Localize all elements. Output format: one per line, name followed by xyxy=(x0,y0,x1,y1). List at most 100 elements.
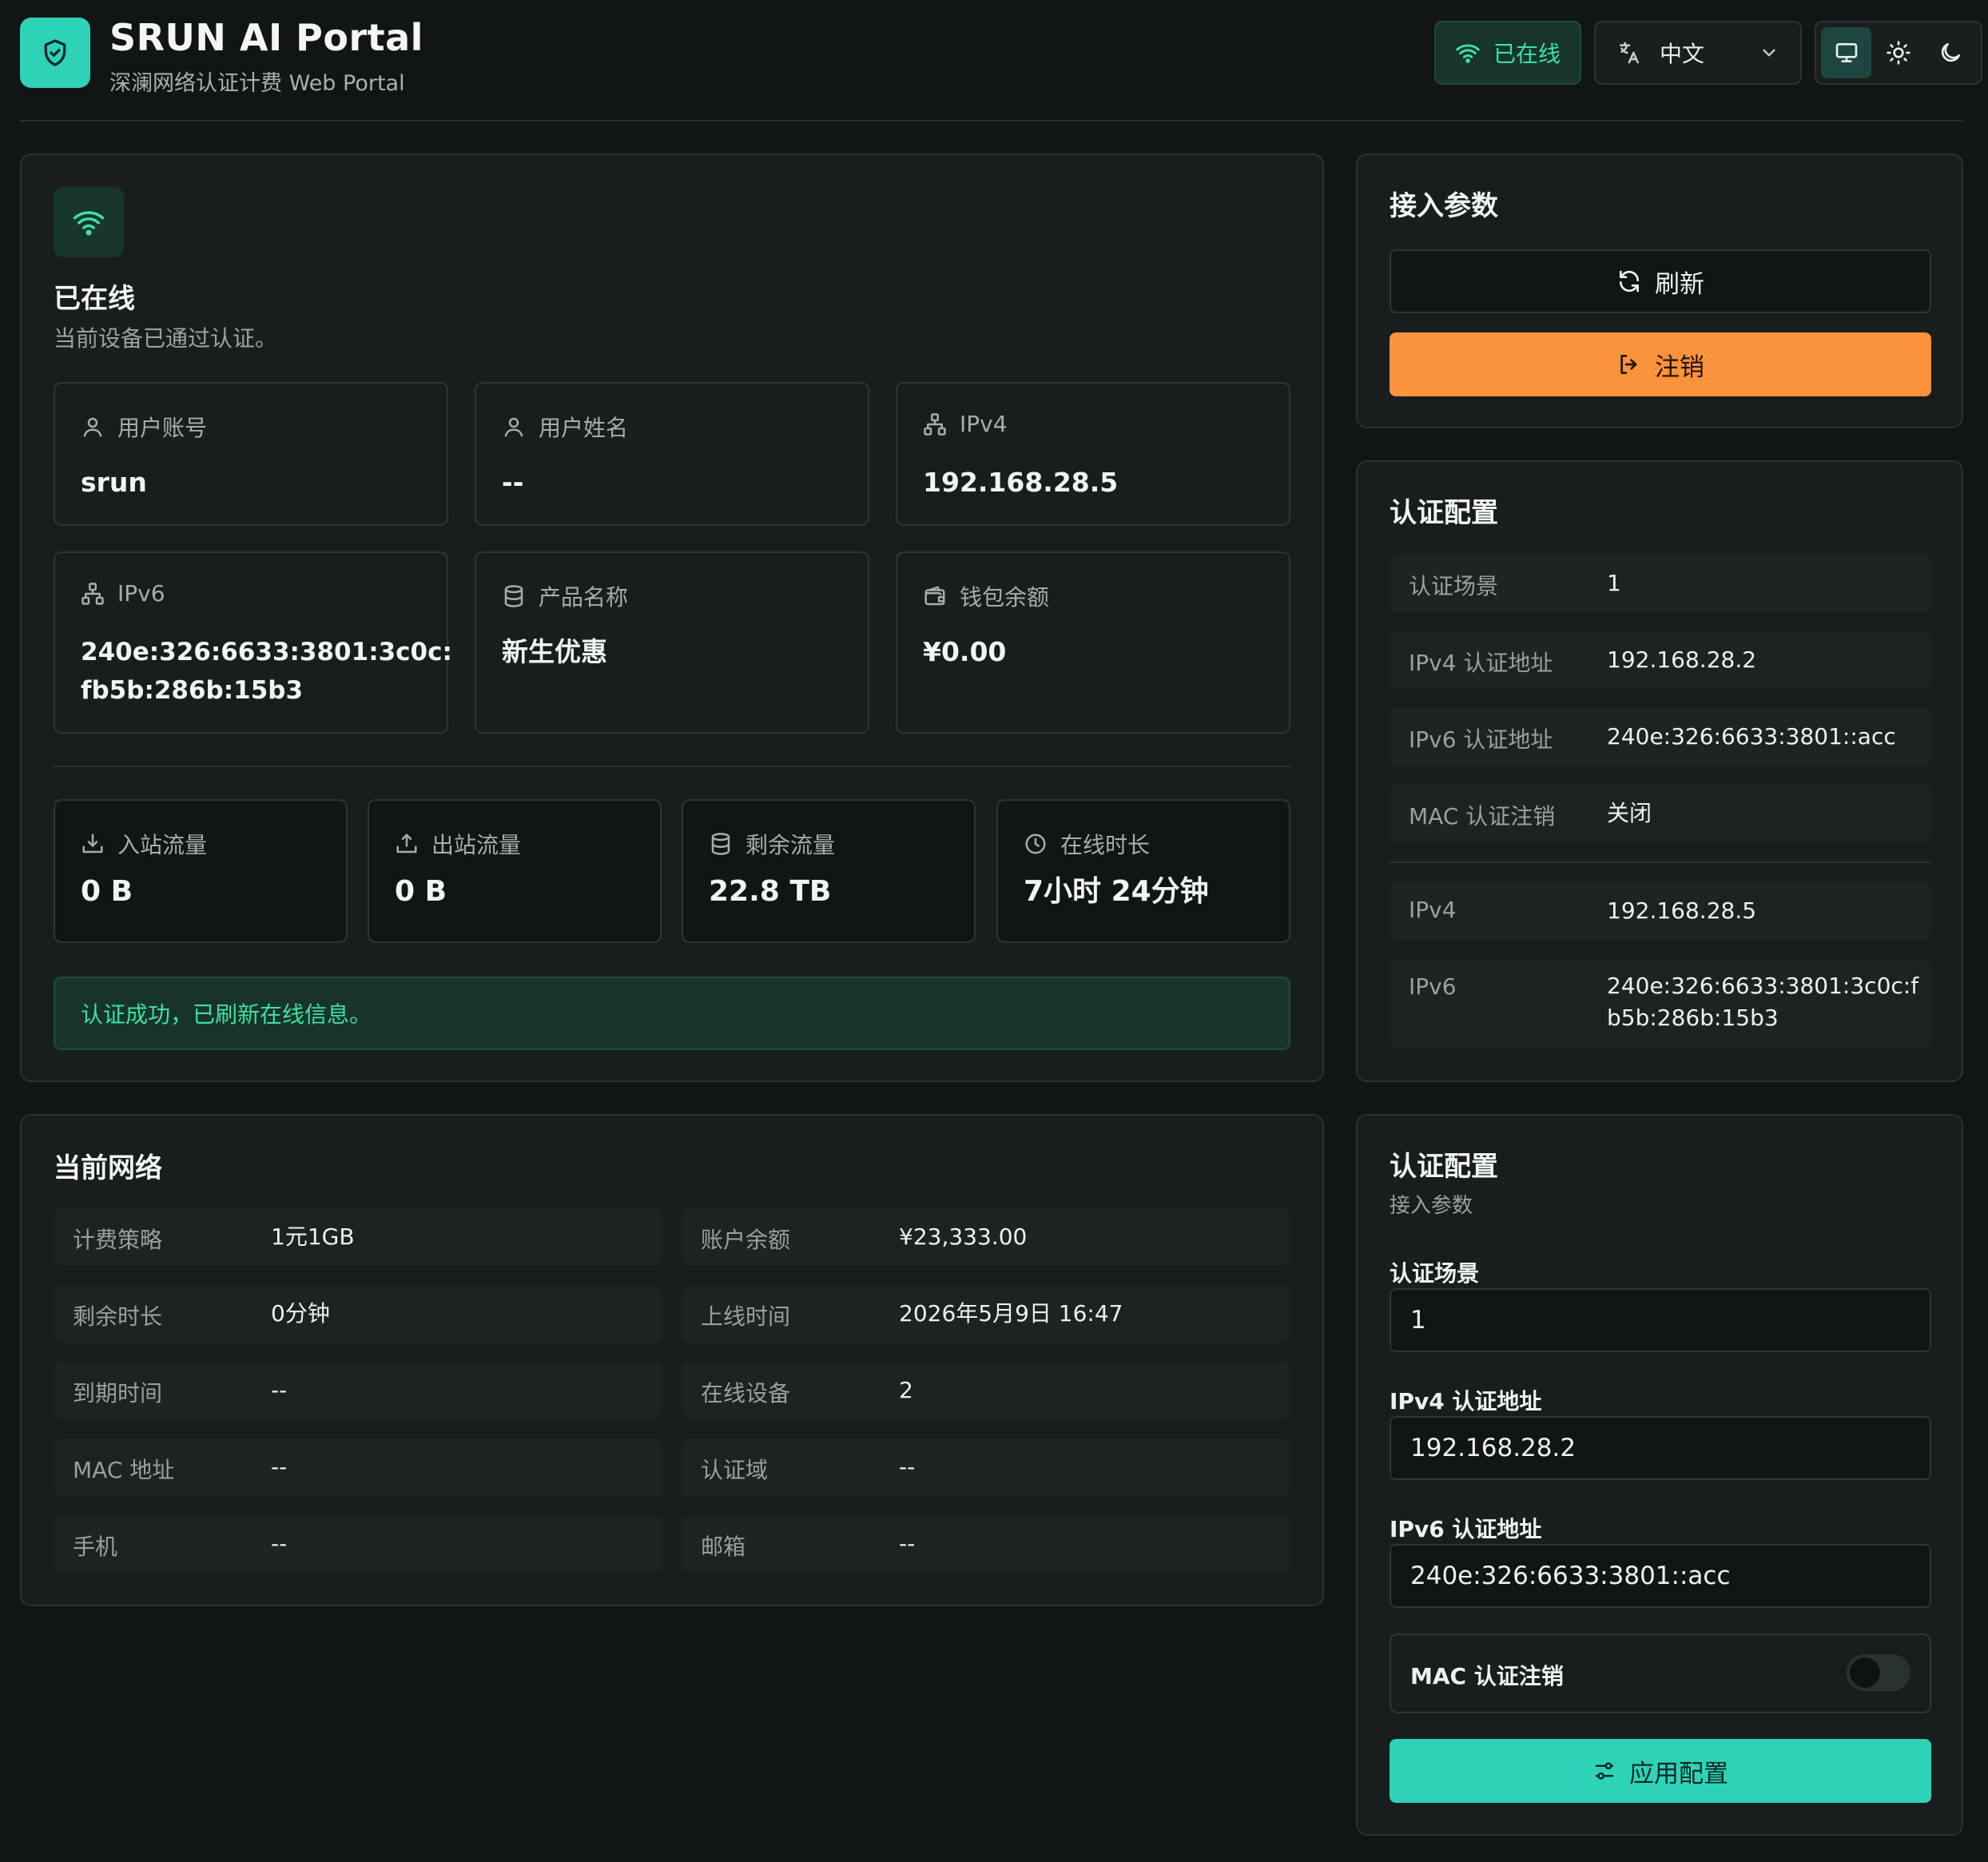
database-icon xyxy=(504,585,523,607)
tile-value: 0 B xyxy=(395,875,447,908)
stat-tile-outbound: 出站流量 0 B xyxy=(368,799,662,943)
scene-input[interactable] xyxy=(1390,1288,1931,1352)
online-status-label: 已在线 xyxy=(1493,41,1561,67)
form-title: 认证配置 xyxy=(1390,1151,1498,1183)
user-icon xyxy=(504,417,523,437)
tile-label: 产品名称 xyxy=(502,580,628,612)
auth-config-summary-card: 认证配置 认证场景 1 IPv4 认证地址 192.168.28.2 IPv6 … xyxy=(1356,460,1963,1082)
translate-icon xyxy=(1620,42,1639,64)
upload-icon xyxy=(396,834,417,853)
kv-row: 认证场景 1 xyxy=(1390,555,1931,612)
network-icon xyxy=(924,412,946,436)
info-tile-product: 产品名称 新生优惠 xyxy=(475,551,869,734)
success-message: 认证成功，已刷新在线信息。 xyxy=(54,977,1290,1050)
sun-icon xyxy=(1887,41,1910,65)
apply-config-button[interactable]: 应用配置 xyxy=(1390,1739,1931,1803)
monitor-icon xyxy=(1835,42,1857,62)
ipv6-input[interactable] xyxy=(1390,1544,1931,1608)
network-title: 当前网络 xyxy=(54,1152,162,1184)
app-subtitle: 深澜网络认证计费 Web Portal xyxy=(109,71,405,96)
tile-value: 22.8 TB xyxy=(709,875,832,908)
tile-value: 新生优惠 xyxy=(502,636,607,667)
tile-value: 7小时 24分钟 xyxy=(1024,875,1209,908)
kv-row: IPv6 认证地址 240e:326:6633:3801::acc xyxy=(1390,708,1931,766)
mac-logout-switch[interactable] xyxy=(1847,1654,1910,1691)
language-select[interactable]: 中文 xyxy=(1594,21,1802,85)
light-theme-button[interactable] xyxy=(1873,27,1923,78)
sliders-icon xyxy=(1595,1762,1614,1780)
refresh-button[interactable]: 刷新 xyxy=(1390,249,1931,313)
ipv4-label: IPv4 认证地址 xyxy=(1390,1388,1542,1414)
stat-tile-remaining: 剩余流量 22.8 TB xyxy=(682,799,976,943)
scene-label: 认证场景 xyxy=(1390,1260,1480,1287)
database-icon xyxy=(711,833,730,855)
tile-value: 0 B xyxy=(81,875,133,908)
user-icon xyxy=(83,417,102,437)
online-status-card: 已在线 当前设备已通过认证。 用户账号 srun 用户姓名 -- IPv4 19… xyxy=(20,153,1324,1082)
tile-value: -- xyxy=(502,467,524,498)
portal-page: SRUN AI Portal 深澜网络认证计费 Web Portal 已在线 中… xyxy=(0,0,1988,1862)
info-tile-wallet: 钱包余额 ¥0.00 xyxy=(896,551,1290,734)
tile-label: 剩余流量 xyxy=(709,828,835,860)
status-title: 已在线 xyxy=(54,283,135,315)
tile-label: 在线时长 xyxy=(1024,828,1150,860)
online-status-button[interactable]: 已在线 xyxy=(1434,21,1581,85)
switch-knob xyxy=(1850,1657,1880,1688)
kv-row: 到期时间 -- xyxy=(54,1362,662,1419)
moon-icon xyxy=(1942,43,1961,62)
app-title: SRUN AI Portal xyxy=(109,16,423,59)
tile-label: 钱包余额 xyxy=(923,580,1049,612)
refresh-icon xyxy=(1620,270,1639,292)
download-icon xyxy=(82,834,103,853)
ipv6-label: IPv6 认证地址 xyxy=(1390,1516,1542,1542)
info-tile-account: 用户账号 srun xyxy=(54,382,448,526)
ipv4-input[interactable] xyxy=(1390,1416,1931,1480)
tile-label: IPv6 xyxy=(81,580,165,607)
app-header: SRUN AI Portal 深澜网络认证计费 Web Portal 已在线 中… xyxy=(20,16,1982,121)
tile-label: 入站流量 xyxy=(81,828,207,860)
wifi-badge xyxy=(54,187,124,257)
current-network-card: 当前网络 计费策略 1元1GB 剩余时长 0分钟 到期时间 -- MAC 地址 … xyxy=(20,1114,1324,1606)
dark-theme-button[interactable] xyxy=(1926,27,1976,78)
tile-value: 240e:326:6633:3801:3c0c: fb5b:286b:15b3 xyxy=(81,638,452,705)
divider xyxy=(54,766,1290,767)
chevron-down-icon xyxy=(1763,49,1775,57)
kv-row: IPv6 240e:326:6633:3801:3c0c:f b5b:286b:… xyxy=(1390,959,1931,1048)
tile-label: 用户账号 xyxy=(81,411,207,443)
stat-tile-inbound: 入站流量 0 B xyxy=(54,799,348,943)
kv-row: 认证域 -- xyxy=(682,1438,1290,1496)
clock-icon xyxy=(1025,834,1046,854)
network-icon xyxy=(82,582,104,605)
kv-row: 手机 -- xyxy=(54,1515,662,1573)
kv-row: MAC 认证注销 关闭 xyxy=(1390,785,1931,842)
divider xyxy=(1390,861,1931,863)
mac-logout-label: MAC 认证注销 xyxy=(1410,1663,1564,1689)
info-tile-ipv4: IPv4 192.168.28.5 xyxy=(896,382,1290,526)
kv-row: IPv4 认证地址 192.168.28.2 xyxy=(1390,631,1931,689)
kv-row: 计费策略 1元1GB xyxy=(54,1208,662,1266)
theme-switcher xyxy=(1815,21,1982,85)
kv-row: 在线设备 2 xyxy=(682,1362,1290,1419)
info-tile-name: 用户姓名 -- xyxy=(475,382,869,526)
mac-logout-toggle-row: MAC 认证注销 xyxy=(1390,1633,1931,1713)
access-title: 接入参数 xyxy=(1390,190,1498,222)
kv-row: 上线时间 2026年5月9日 16:47 xyxy=(682,1285,1290,1343)
system-theme-button[interactable] xyxy=(1821,27,1872,78)
kv-row: 账户余额 ¥23,333.00 xyxy=(682,1208,1290,1266)
wifi-icon xyxy=(1456,44,1480,63)
kv-row: 剩余时长 0分钟 xyxy=(54,1285,662,1343)
kv-row: 邮箱 -- xyxy=(682,1515,1290,1573)
kv-row: MAC 地址 -- xyxy=(54,1438,662,1496)
kv-row: IPv4 192.168.28.5 xyxy=(1390,882,1931,940)
info-tile-ipv6: IPv6 240e:326:6633:3801:3c0c: fb5b:286b:… xyxy=(54,551,452,734)
wallet-icon xyxy=(924,586,945,606)
tile-value: 192.168.28.5 xyxy=(923,467,1119,498)
tile-label: 出站流量 xyxy=(395,828,521,860)
logout-icon xyxy=(1620,355,1637,374)
status-description: 当前设备已通过认证。 xyxy=(54,325,278,352)
form-subtitle: 接入参数 xyxy=(1390,1194,1473,1218)
logout-button[interactable]: 注销 xyxy=(1390,332,1931,396)
tile-value: ¥0.00 xyxy=(923,636,1007,667)
language-label: 中文 xyxy=(1660,41,1705,67)
tile-value: srun xyxy=(81,467,147,498)
